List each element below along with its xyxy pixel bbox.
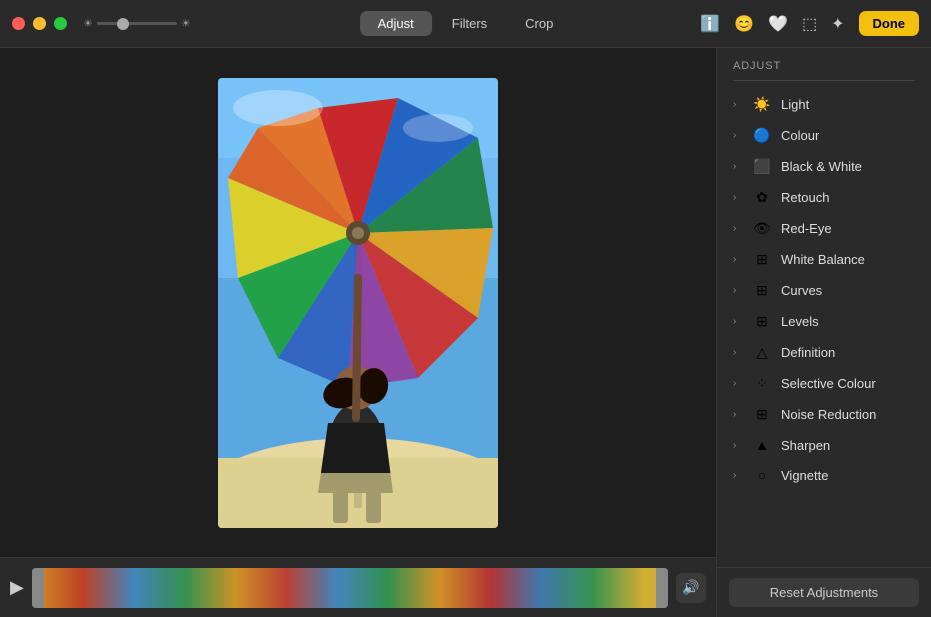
minimize-button[interactable] <box>33 17 46 30</box>
brightness-slider[interactable]: ☀ ☀ <box>83 17 191 30</box>
chevron-icon: › <box>733 192 743 203</box>
chevron-icon: › <box>733 130 743 141</box>
adjust-item-colour[interactable]: › 🔵 Colour <box>717 120 931 151</box>
white-balance-icon: ⊞ <box>753 251 771 268</box>
slider-track[interactable] <box>97 22 177 25</box>
levels-icon: ⊞ <box>753 313 771 330</box>
right-controls: ℹ️ 😊 🤍 ⬚ ✦ Done <box>700 11 919 36</box>
chevron-icon: › <box>733 99 743 110</box>
noise-reduction-icon: ⊞ <box>753 406 771 423</box>
heart-button[interactable]: 🤍 <box>768 14 788 34</box>
brightness-max-icon: ☀ <box>181 17 191 30</box>
red-eye-icon: 👁 <box>753 220 771 237</box>
adjust-item-white-balance[interactable]: › ⊞ White Balance <box>717 244 931 275</box>
filmstrip-bar: ▶ 🔊 <box>0 557 716 617</box>
play-button[interactable]: ▶ <box>10 577 24 598</box>
sharpen-icon: ▲ <box>753 437 771 453</box>
sound-button[interactable]: 🔊 <box>676 573 706 603</box>
adjust-item-sharpen[interactable]: › ▲ Sharpen <box>717 430 931 460</box>
colour-label: Colour <box>781 128 819 143</box>
red-eye-label: Red-Eye <box>781 221 832 236</box>
definition-label: Definition <box>781 345 835 360</box>
center-tabs: Adjust Filters Crop <box>360 11 572 36</box>
chevron-icon: › <box>733 161 743 172</box>
tab-crop[interactable]: Crop <box>507 11 571 36</box>
emoji-button[interactable]: 😊 <box>734 14 754 34</box>
adjust-item-levels[interactable]: › ⊞ Levels <box>717 306 931 337</box>
adjust-item-selective-colour[interactable]: › ⁘ Selective Colour <box>717 368 931 399</box>
adjust-item-light[interactable]: › ☀️ Light <box>717 89 931 120</box>
crop-button[interactable]: ⬚ <box>802 14 817 34</box>
adjust-header: ADJUST <box>717 48 931 80</box>
done-button[interactable]: Done <box>859 11 920 36</box>
chevron-icon: › <box>733 254 743 265</box>
titlebar: ☀ ☀ Adjust Filters Crop ℹ️ 😊 🤍 ⬚ ✦ Done <box>0 0 931 48</box>
chevron-icon: › <box>733 316 743 327</box>
filmstrip[interactable] <box>32 568 668 608</box>
slider-thumb[interactable] <box>117 18 129 30</box>
photo-container <box>218 78 498 528</box>
photo-image <box>218 78 498 528</box>
image-viewport <box>0 48 716 557</box>
light-label: Light <box>781 97 809 112</box>
vignette-icon: ○ <box>753 467 771 483</box>
adjust-item-red-eye[interactable]: › 👁 Red-Eye <box>717 213 931 244</box>
magic-icon: ✦ <box>831 14 844 34</box>
levels-label: Levels <box>781 314 819 329</box>
chevron-icon: › <box>733 285 743 296</box>
selective-colour-icon: ⁘ <box>753 375 771 392</box>
chevron-icon: › <box>733 378 743 389</box>
info-button[interactable]: ℹ️ <box>700 14 720 34</box>
sharpen-label: Sharpen <box>781 438 830 453</box>
noise-reduction-label: Noise Reduction <box>781 407 876 422</box>
adjust-item-vignette[interactable]: › ○ Vignette <box>717 460 931 490</box>
image-area: ▶ 🔊 <box>0 48 716 617</box>
info-icon: ℹ️ <box>700 14 720 34</box>
emoji-icon: 😊 <box>734 14 754 34</box>
tab-filters[interactable]: Filters <box>434 11 505 36</box>
adjust-list: › ☀️ Light › 🔵 Colour › ⬛ Black & White … <box>717 85 931 567</box>
reset-adjustments-button[interactable]: Reset Adjustments <box>729 578 919 607</box>
chevron-icon: › <box>733 470 743 481</box>
definition-icon: △ <box>753 344 771 361</box>
filmstrip-handle-left[interactable] <box>32 568 44 608</box>
adjust-item-black-white[interactable]: › ⬛ Black & White <box>717 151 931 182</box>
crop-icon: ⬚ <box>802 14 817 34</box>
close-button[interactable] <box>12 17 25 30</box>
maximize-button[interactable] <box>54 17 67 30</box>
retouch-label: Retouch <box>781 190 829 205</box>
reset-btn-container: Reset Adjustments <box>717 567 931 617</box>
black-white-icon: ⬛ <box>753 158 771 175</box>
sound-icon: 🔊 <box>682 579 699 596</box>
chevron-icon: › <box>733 440 743 451</box>
adjust-item-definition[interactable]: › △ Definition <box>717 337 931 368</box>
play-icon: ▶ <box>10 577 24 597</box>
light-icon: ☀️ <box>753 96 771 113</box>
adjust-item-retouch[interactable]: › ✿ Retouch <box>717 182 931 213</box>
brightness-min-icon: ☀ <box>83 17 93 30</box>
vignette-label: Vignette <box>781 468 828 483</box>
right-panel: ADJUST › ☀️ Light › 🔵 Colour › ⬛ Black &… <box>716 48 931 617</box>
adjust-item-noise-reduction[interactable]: › ⊞ Noise Reduction <box>717 399 931 430</box>
tab-adjust[interactable]: Adjust <box>360 11 432 36</box>
chevron-icon: › <box>733 223 743 234</box>
chevron-icon: › <box>733 347 743 358</box>
adjust-item-curves[interactable]: › ⊞ Curves <box>717 275 931 306</box>
traffic-lights <box>12 17 67 30</box>
magic-button[interactable]: ✦ <box>831 14 844 34</box>
main-content: ▶ 🔊 ADJUST › ☀️ Light › 🔵 Co <box>0 48 931 617</box>
selective-colour-label: Selective Colour <box>781 376 876 391</box>
filmstrip-handle-right[interactable] <box>656 568 668 608</box>
heart-icon: 🤍 <box>768 14 788 34</box>
white-balance-label: White Balance <box>781 252 865 267</box>
colour-icon: 🔵 <box>753 127 771 144</box>
curves-icon: ⊞ <box>753 282 771 299</box>
curves-label: Curves <box>781 283 822 298</box>
chevron-icon: › <box>733 409 743 420</box>
black-white-label: Black & White <box>781 159 862 174</box>
retouch-icon: ✿ <box>753 189 771 206</box>
adjust-divider <box>733 80 915 81</box>
filmstrip-frames <box>32 568 668 608</box>
